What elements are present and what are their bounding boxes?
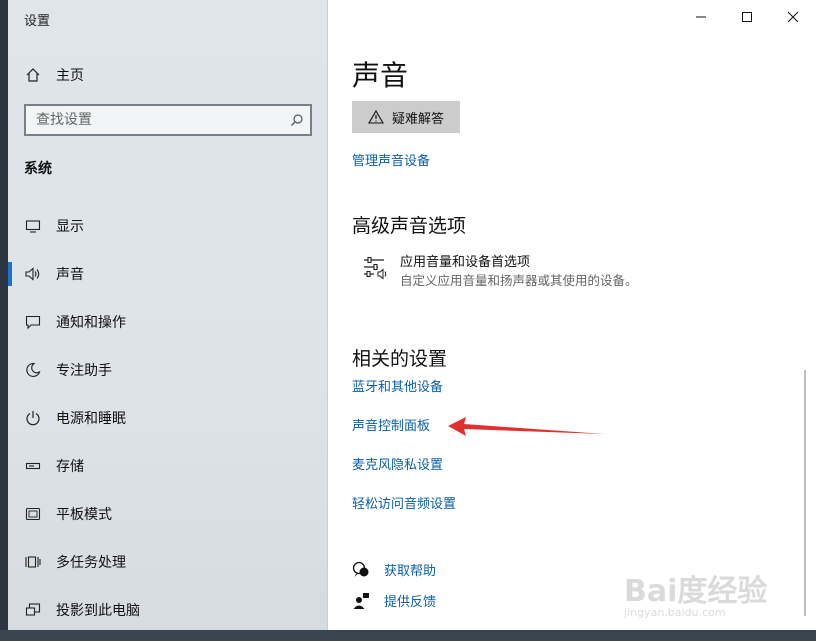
troubleshoot-label: 疑难解答: [391, 111, 444, 127]
home-icon: [24, 66, 42, 84]
mixer-icon: [362, 254, 390, 282]
minimize-button[interactable]: [678, 0, 724, 34]
bluetooth-devices-link[interactable]: 蓝牙和其他设备: [352, 376, 443, 395]
scrollbar[interactable]: [804, 370, 806, 616]
sidebar-item-project-to-pc[interactable]: 投影到此电脑: [8, 586, 328, 634]
sidebar-item-label: 电源和睡眠: [56, 411, 126, 427]
storage-icon: [24, 457, 42, 475]
troubleshoot-button[interactable]: 疑难解答: [352, 101, 460, 133]
close-icon: [787, 11, 799, 23]
sidebar-item-display[interactable]: 显示: [8, 202, 328, 250]
maximize-icon: [742, 12, 752, 22]
app-volume-preferences[interactable]: 应用音量和设备首选项 自定义应用音量和扬声器或其使用的设备。: [362, 254, 638, 290]
search-input[interactable]: [26, 106, 284, 134]
sidebar-item-label: 显示: [56, 219, 84, 235]
desktop-background-strip: [0, 630, 816, 641]
app-title: 设置: [24, 14, 51, 29]
related-settings-title: 相关的设置: [352, 348, 448, 370]
sidebar-item-label: 声音: [56, 267, 84, 283]
sidebar-item-label: 通知和操作: [56, 315, 126, 331]
sidebar-item-storage[interactable]: 存储: [8, 442, 328, 490]
search-box[interactable]: [24, 104, 312, 136]
sidebar-nav: 显示 声音 通知和操作 专注助手 电源和睡眠 存储 平板模式 多任务处理 投影到…: [8, 202, 328, 634]
sound-control-panel-link[interactable]: 声音控制面板: [352, 415, 430, 434]
close-button[interactable]: [770, 0, 816, 34]
tablet-icon: [24, 505, 42, 523]
monitor-icon: [24, 217, 42, 235]
sidebar-item-label: 多任务处理: [56, 555, 126, 571]
sidebar: 设置 主页 系统 显示 声: [0, 0, 328, 641]
app-volume-desc: 自定义应用音量和扬声器或其使用的设备。: [400, 273, 638, 288]
content-pane: 声音 疑难解答 管理声音设备 高级声音选项 应用音量和设备首选项 自定义应用音量…: [328, 0, 816, 641]
sidebar-home-label: 主页: [56, 68, 84, 84]
moon-icon: [24, 361, 42, 379]
chat-help-icon: [352, 561, 370, 579]
project-icon: [24, 601, 42, 619]
feedback-person-icon: [352, 592, 370, 610]
baidu-watermark: Bai度经验 jingyan.baidu.com: [616, 566, 776, 626]
sidebar-item-sound[interactable]: 声音: [8, 250, 328, 298]
feedback-label: 提供反馈: [384, 595, 437, 610]
power-icon: [24, 409, 42, 427]
caption-buttons: [678, 0, 816, 34]
sidebar-item-label: 平板模式: [56, 507, 112, 523]
sidebar-home[interactable]: 主页: [24, 64, 84, 86]
feedback-link[interactable]: 提供反馈: [352, 591, 436, 610]
search-icon[interactable]: [284, 113, 310, 127]
sidebar-item-tablet-mode[interactable]: 平板模式: [8, 490, 328, 538]
get-help-link[interactable]: 获取帮助: [352, 560, 436, 579]
sidebar-item-label: 存储: [56, 459, 84, 475]
app-volume-title: 应用音量和设备首选项: [400, 255, 531, 270]
speaker-icon: [24, 265, 42, 283]
sidebar-item-label: 投影到此电脑: [56, 603, 140, 619]
settings-window: 设置 主页 系统 显示 声: [0, 0, 816, 641]
sidebar-item-multitasking[interactable]: 多任务处理: [8, 538, 328, 586]
annotation-arrow: [448, 417, 604, 436]
sidebar-item-label: 专注助手: [56, 363, 112, 379]
sidebar-item-focus-assist[interactable]: 专注助手: [8, 346, 328, 394]
sidebar-section-title: 系统: [24, 161, 52, 177]
advanced-sound-title: 高级声音选项: [352, 215, 467, 237]
sidebar-item-notifications[interactable]: 通知和操作: [8, 298, 328, 346]
sidebar-item-power-sleep[interactable]: 电源和睡眠: [8, 394, 328, 442]
microphone-privacy-link[interactable]: 麦克风隐私设置: [352, 454, 443, 473]
maximize-button[interactable]: [724, 0, 770, 34]
notification-icon: [24, 313, 42, 331]
watermark-url: jingyan.baidu.com: [624, 606, 726, 619]
get-help-label: 获取帮助: [384, 564, 437, 579]
ease-of-access-audio-link[interactable]: 轻松访问音频设置: [352, 493, 456, 512]
warning-icon: [368, 110, 384, 124]
multitask-icon: [24, 553, 42, 571]
minimize-icon: [696, 16, 706, 18]
page-title: 声音: [352, 59, 409, 92]
watermark-brand: Bai度经验: [624, 574, 768, 609]
manage-sound-devices-link[interactable]: 管理声音设备: [352, 150, 430, 169]
